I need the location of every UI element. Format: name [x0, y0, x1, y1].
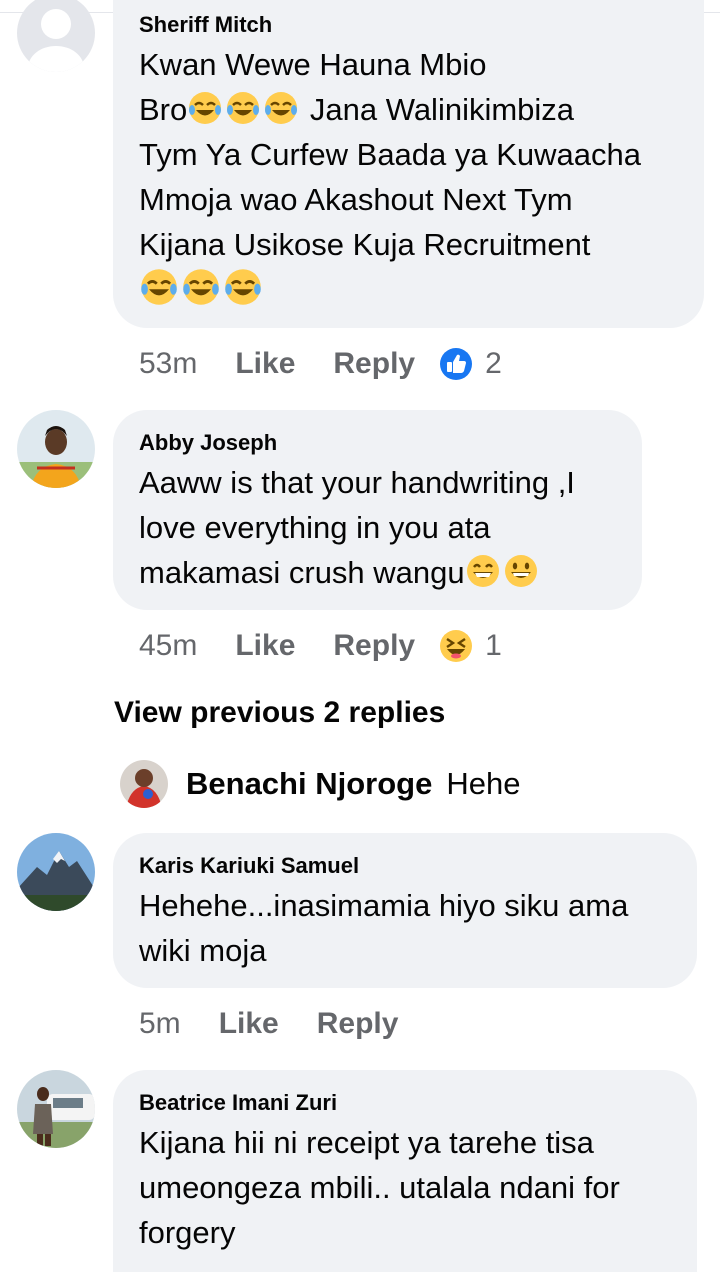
like-reaction-icon[interactable] [439, 347, 473, 381]
reaction-count[interactable]: 1 [485, 629, 502, 663]
comment-author[interactable]: Abby Joseph [139, 430, 616, 456]
avatar[interactable] [120, 760, 168, 808]
view-previous-replies-link[interactable]: View previous 2 replies [114, 696, 445, 730]
like-button[interactable]: Like [235, 629, 295, 663]
like-button[interactable]: Like [219, 1007, 279, 1041]
comment-text: Kijana hii ni receipt ya tarehe tisa ume… [139, 1125, 620, 1250]
face-with-tears-of-joy-icon [225, 90, 261, 126]
comment-author[interactable]: Sheriff Mitch [139, 12, 678, 38]
comment-actions: 5m Like Reply [139, 1004, 436, 1044]
comment-author[interactable]: Karis Kariuki Samuel [139, 853, 671, 879]
like-button[interactable]: Like [235, 347, 295, 381]
reply-button[interactable]: Reply [317, 1007, 399, 1041]
comment-time[interactable]: 53m [139, 347, 197, 381]
reply-button[interactable]: Reply [333, 347, 415, 381]
comment-actions: 45m Like Reply 1 [139, 626, 502, 666]
reply-author[interactable]: Benachi Njoroge [186, 766, 432, 802]
reply-text: Hehe [446, 766, 521, 801]
comment-bubble[interactable]: Karis Kariuki Samuel Hehehe...inasimamia… [113, 833, 697, 988]
comment-text: Aaww is that your handwriting ,I love ev… [139, 465, 575, 590]
comment-bubble[interactable]: Beatrice Imani Zuri Kijana hii ni receip… [113, 1070, 697, 1272]
avatar[interactable] [17, 833, 95, 911]
face-with-tears-of-joy-icon [223, 267, 263, 307]
comment-actions: 53m Like Reply 2 [139, 344, 502, 384]
haha-reaction-icon[interactable] [439, 629, 473, 663]
nested-reply[interactable]: Benachi Njoroge Hehe [120, 760, 520, 808]
avatar[interactable] [17, 410, 95, 488]
face-with-tears-of-joy-icon [187, 90, 223, 126]
face-with-tears-of-joy-icon [139, 267, 179, 307]
reaction-count[interactable]: 2 [485, 347, 502, 381]
comment-time[interactable]: 5m [139, 1007, 181, 1041]
avatar[interactable] [17, 1070, 95, 1148]
comment-bubble[interactable]: Sheriff Mitch Kwan Wewe Hauna Mbio Bro J… [113, 0, 704, 328]
beaming-face-icon [465, 553, 501, 589]
comment-text: Kwan Wewe Hauna Mbio Bro Jana Walinikimb… [139, 42, 678, 312]
comment-author[interactable]: Beatrice Imani Zuri [139, 1090, 671, 1116]
face-with-tears-of-joy-icon [181, 267, 221, 307]
grinning-face-icon [503, 553, 539, 589]
face-with-tears-of-joy-icon [263, 90, 299, 126]
comment-time[interactable]: 45m [139, 629, 197, 663]
reply-button[interactable]: Reply [333, 629, 415, 663]
avatar[interactable] [17, 0, 95, 72]
comment-bubble[interactable]: Abby Joseph Aaww is that your handwritin… [113, 410, 642, 610]
comment-text: Hehehe...inasimamia hiyo siku ama wiki m… [139, 888, 629, 968]
